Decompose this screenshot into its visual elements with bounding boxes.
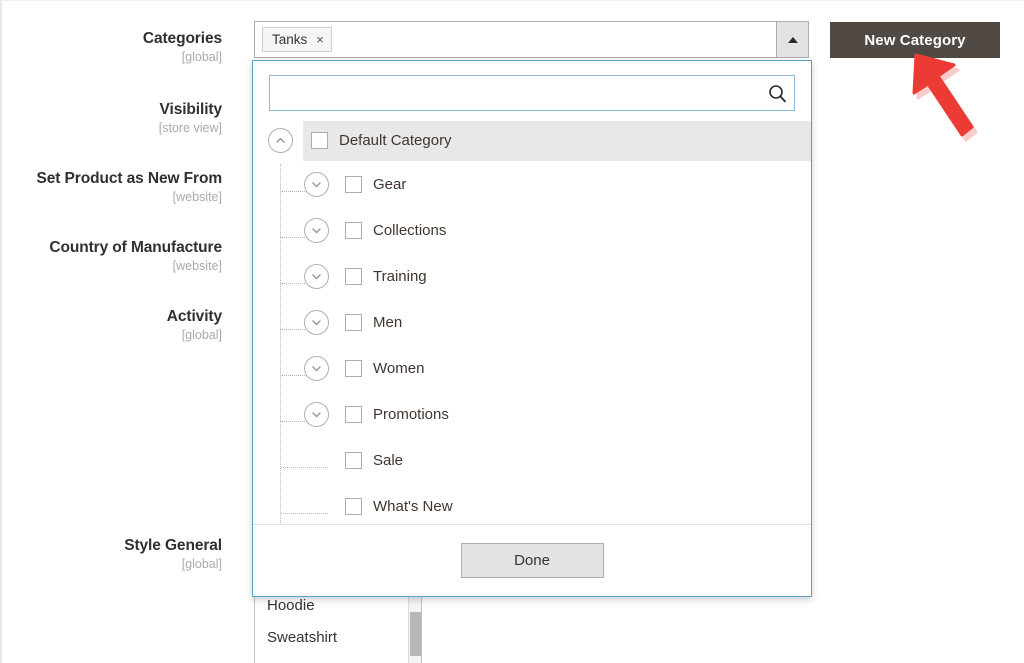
field-label-name: Categories — [0, 29, 222, 48]
field-label-scope: [global] — [0, 49, 222, 66]
category-panel-footer: Done — [253, 524, 811, 596]
tree-connector-horizontal — [281, 329, 307, 330]
tree-row[interactable]: Gear — [253, 161, 811, 207]
field-label-set-product-as-new-from: Set Product as New From [website] — [0, 169, 222, 206]
tree-row[interactable]: Promotions — [253, 391, 811, 437]
tree-row[interactable]: Women — [253, 345, 811, 391]
category-checkbox[interactable] — [345, 452, 362, 469]
category-checkbox[interactable] — [345, 314, 362, 331]
category-checkbox[interactable] — [311, 132, 328, 149]
field-label-name: Set Product as New From — [0, 169, 222, 188]
field-label-scope: [global] — [0, 556, 222, 573]
field-label-visibility: Visibility [store view] — [0, 100, 222, 137]
chevron-down-icon[interactable] — [304, 172, 329, 197]
list-item[interactable]: Sweatshirt — [255, 622, 421, 654]
tree-node-label: What's New — [373, 498, 453, 515]
tree-node-label: Men — [373, 314, 402, 331]
chevron-down-icon[interactable] — [304, 264, 329, 289]
field-label-column: Categories [global] Visibility [store vi… — [2, 1, 238, 663]
tree-node-label: Training — [373, 268, 427, 285]
category-checkbox[interactable] — [345, 222, 362, 239]
category-checkbox[interactable] — [345, 406, 362, 423]
tree-node-label: Promotions — [373, 406, 449, 423]
chevron-up-icon[interactable] — [268, 128, 293, 153]
categories-select-control[interactable]: Tanks × — [254, 21, 809, 58]
done-button[interactable]: Done — [461, 543, 604, 578]
tree-connector-horizontal — [281, 191, 307, 192]
field-label-name: Visibility — [0, 100, 222, 119]
field-label-scope: [website] — [0, 189, 222, 206]
tree-row[interactable]: Collections — [253, 207, 811, 253]
tree-row[interactable]: Sale — [253, 437, 811, 483]
tree-node-label: Gear — [373, 176, 406, 193]
tree-connector-horizontal — [281, 467, 328, 468]
field-label-scope: [website] — [0, 258, 222, 275]
tree-row[interactable]: Training — [253, 253, 811, 299]
field-label-scope: [store view] — [0, 120, 222, 137]
caret-up-icon — [788, 37, 798, 43]
category-checkbox[interactable] — [345, 268, 362, 285]
categories-dropdown-panel: Default Category Gear — [252, 60, 812, 597]
field-label-name: Activity — [0, 307, 222, 326]
product-form-categories-section: Categories [global] Visibility [store vi… — [0, 0, 1024, 663]
field-label-name: Style General — [0, 536, 222, 555]
tree-node-label: Default Category — [339, 132, 452, 149]
multiselect-scrollbar[interactable] — [408, 590, 421, 663]
tree-connector-horizontal — [281, 513, 328, 514]
close-icon[interactable]: × — [316, 33, 324, 47]
categories-dropdown-toggle[interactable] — [776, 22, 808, 57]
tree-node-label: Collections — [373, 222, 446, 239]
category-checkbox[interactable] — [345, 176, 362, 193]
chevron-down-icon[interactable] — [304, 356, 329, 381]
red-arrow-icon — [910, 49, 1020, 154]
chip-label: Tanks — [272, 28, 307, 51]
style-general-multiselect[interactable]: Hoodie Sweatshirt — [254, 589, 422, 663]
tree-row[interactable]: Default Category — [253, 121, 811, 161]
field-label-name: Country of Manufacture — [0, 238, 222, 257]
field-label-activity: Activity [global] — [0, 307, 222, 344]
tree-node-label: Women — [373, 360, 424, 377]
category-search-row — [253, 61, 811, 121]
tree-node-label: Sale — [373, 452, 403, 469]
field-label-style-general: Style General [global] — [0, 536, 222, 573]
multiselect-scrollbar-thumb[interactable] — [410, 612, 421, 656]
search-input[interactable] — [270, 76, 760, 110]
field-label-categories: Categories [global] — [0, 29, 222, 66]
tree-connector-horizontal — [281, 283, 307, 284]
tree-connector-horizontal — [281, 421, 307, 422]
field-label-country-of-manufacture: Country of Manufacture [website] — [0, 238, 222, 275]
category-tree: Default Category Gear — [253, 121, 811, 524]
tree-row[interactable]: What's New — [253, 483, 811, 524]
tree-connector-horizontal — [281, 375, 307, 376]
field-label-scope: [global] — [0, 327, 222, 344]
category-checkbox[interactable] — [345, 498, 362, 515]
chevron-down-icon[interactable] — [304, 310, 329, 335]
categories-selected-chips[interactable]: Tanks × — [255, 22, 776, 57]
new-category-button[interactable]: New Category — [830, 22, 1000, 58]
chevron-down-icon[interactable] — [304, 218, 329, 243]
chevron-down-icon[interactable] — [304, 402, 329, 427]
tree-connector-vertical — [280, 164, 281, 524]
tree-connector-horizontal — [281, 237, 307, 238]
column-divider — [238, 1, 239, 663]
category-checkbox[interactable] — [345, 360, 362, 377]
search-icon[interactable] — [760, 76, 794, 110]
category-search-box[interactable] — [269, 75, 795, 111]
tree-row[interactable]: Men — [253, 299, 811, 345]
selected-category-chip[interactable]: Tanks × — [262, 27, 332, 52]
